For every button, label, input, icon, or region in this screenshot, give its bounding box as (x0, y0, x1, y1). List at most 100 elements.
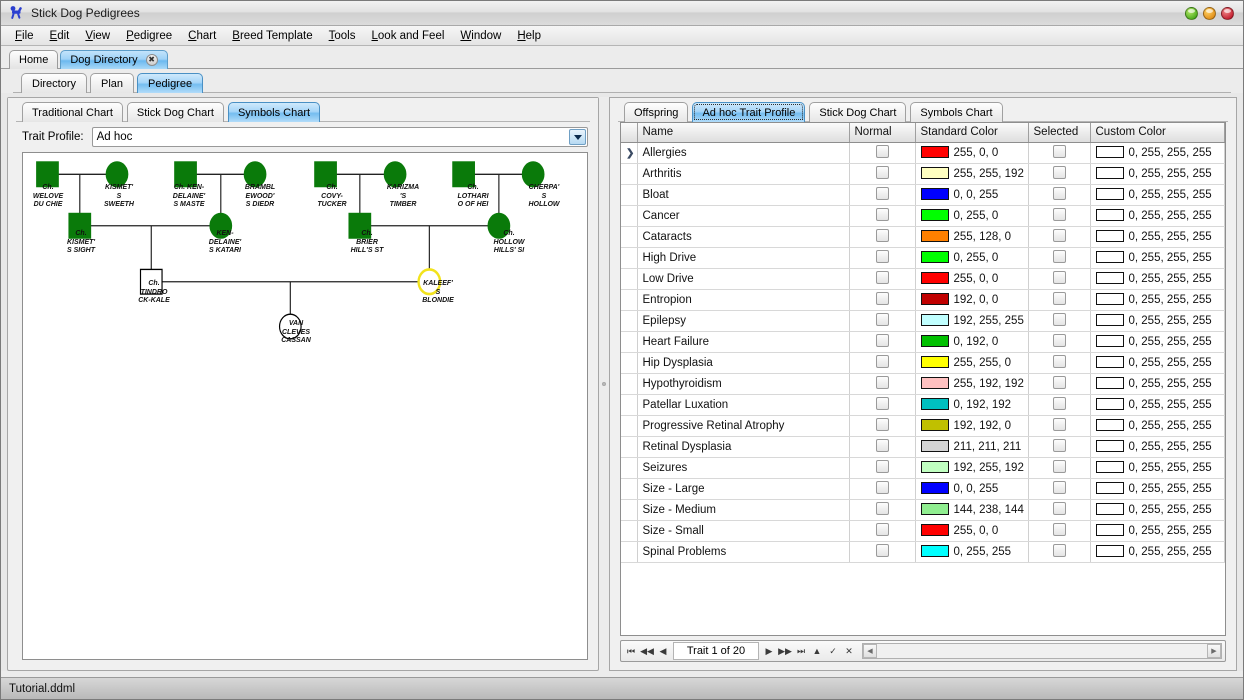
cell-standard-color[interactable]: 0, 255, 0 (915, 247, 1028, 268)
column-header-standard-color[interactable]: Standard Color (915, 123, 1028, 142)
prev-page-button[interactable]: ◀◀ (639, 642, 655, 660)
cell-normal[interactable] (849, 184, 915, 205)
selected-checkbox[interactable] (1053, 313, 1066, 326)
normal-checkbox[interactable] (876, 523, 889, 536)
normal-checkbox[interactable] (876, 439, 889, 452)
cell-standard-color[interactable]: 0, 255, 255 (915, 541, 1028, 562)
section-tab-plan[interactable]: Plan (90, 73, 134, 93)
row-indicator[interactable] (621, 394, 637, 415)
menu-help[interactable]: Help (509, 28, 549, 44)
cell-selected[interactable] (1028, 247, 1090, 268)
cell-custom-color[interactable]: 0, 255, 255, 255 (1090, 310, 1225, 331)
cell-standard-color[interactable]: 192, 192, 0 (915, 415, 1028, 436)
cell-name[interactable]: Spinal Problems (637, 541, 849, 562)
cell-standard-color[interactable]: 0, 255, 0 (915, 205, 1028, 226)
cell-standard-color[interactable]: 0, 0, 255 (915, 184, 1028, 205)
row-indicator[interactable] (621, 499, 637, 520)
menu-tools[interactable]: Tools (321, 28, 364, 44)
cell-selected[interactable] (1028, 457, 1090, 478)
normal-checkbox[interactable] (876, 166, 889, 179)
row-indicator[interactable] (621, 310, 637, 331)
row-indicator[interactable] (621, 331, 637, 352)
normal-checkbox[interactable] (876, 355, 889, 368)
normal-checkbox[interactable] (876, 250, 889, 263)
cell-custom-color[interactable]: 0, 255, 255, 255 (1090, 478, 1225, 499)
table-row[interactable]: ❯Allergies255, 0, 00, 255, 255, 255 (621, 142, 1225, 163)
chart-tab-symbols-chart[interactable]: Symbols Chart (228, 102, 320, 122)
cell-custom-color[interactable]: 0, 255, 255, 255 (1090, 352, 1225, 373)
cell-custom-color[interactable]: 0, 255, 255, 255 (1090, 163, 1225, 184)
cell-custom-color[interactable]: 0, 255, 255, 255 (1090, 247, 1225, 268)
pedigree-node-n10[interactable] (349, 213, 371, 238)
selected-checkbox[interactable] (1053, 187, 1066, 200)
commit-button[interactable]: ✓ (825, 642, 841, 660)
pedigree-node-n9[interactable] (384, 162, 406, 187)
insert-record-button[interactable]: ▲ (809, 642, 825, 660)
prev-record-button[interactable]: ◀ (655, 642, 671, 660)
normal-checkbox[interactable] (876, 145, 889, 158)
cell-normal[interactable] (849, 520, 915, 541)
cell-standard-color[interactable]: 0, 192, 0 (915, 331, 1028, 352)
table-row[interactable]: Cataracts255, 128, 00, 255, 255, 255 (621, 226, 1225, 247)
pedigree-node-n15[interactable] (280, 314, 302, 339)
normal-checkbox[interactable] (876, 313, 889, 326)
close-icon[interactable]: ✖ (146, 54, 158, 66)
cell-normal[interactable] (849, 499, 915, 520)
cell-standard-color[interactable]: 255, 192, 192 (915, 373, 1028, 394)
cell-standard-color[interactable]: 255, 255, 192 (915, 163, 1028, 184)
cell-selected[interactable] (1028, 520, 1090, 541)
table-row[interactable]: Hip Dysplasia255, 255, 00, 255, 255, 255 (621, 352, 1225, 373)
normal-checkbox[interactable] (876, 208, 889, 221)
cell-name[interactable]: Size - Medium (637, 499, 849, 520)
normal-checkbox[interactable] (876, 187, 889, 200)
cell-normal[interactable] (849, 142, 915, 163)
cell-custom-color[interactable]: 0, 255, 255, 255 (1090, 268, 1225, 289)
cancel-button[interactable]: ✕ (841, 642, 857, 660)
cell-standard-color[interactable]: 144, 238, 144 (915, 499, 1028, 520)
menu-chart[interactable]: Chart (180, 28, 224, 44)
column-header-name[interactable]: Name (637, 123, 849, 142)
row-indicator[interactable] (621, 478, 637, 499)
cell-normal[interactable] (849, 163, 915, 184)
cell-normal[interactable] (849, 205, 915, 226)
trait-profile-combobox[interactable]: Ad hoc (92, 127, 588, 147)
menu-edit[interactable]: Edit (42, 28, 78, 44)
selected-checkbox[interactable] (1053, 229, 1066, 242)
row-indicator[interactable] (621, 541, 637, 562)
cell-standard-color[interactable]: 0, 0, 255 (915, 478, 1028, 499)
selected-checkbox[interactable] (1053, 397, 1066, 410)
table-row[interactable]: Cancer0, 255, 00, 255, 255, 255 (621, 205, 1225, 226)
cell-normal[interactable] (849, 541, 915, 562)
cell-selected[interactable] (1028, 394, 1090, 415)
column-header-normal[interactable]: Normal (849, 123, 915, 142)
horizontal-scrollbar[interactable]: ◀ ▶ (862, 643, 1222, 659)
scroll-right-icon[interactable]: ▶ (1207, 644, 1221, 658)
detail-tab-ad-hoc-trait-profile[interactable]: Ad hoc Trait Profile (692, 102, 805, 122)
cell-name[interactable]: Size - Large (637, 478, 849, 499)
selected-checkbox[interactable] (1053, 418, 1066, 431)
cell-selected[interactable] (1028, 205, 1090, 226)
menu-window[interactable]: Window (452, 28, 509, 44)
cell-name[interactable]: Progressive Retinal Atrophy (637, 415, 849, 436)
cell-selected[interactable] (1028, 310, 1090, 331)
row-indicator[interactable] (621, 289, 637, 310)
selected-checkbox[interactable] (1053, 481, 1066, 494)
menu-breed-template[interactable]: Breed Template (224, 28, 320, 44)
selected-checkbox[interactable] (1053, 145, 1066, 158)
row-indicator[interactable] (621, 436, 637, 457)
cell-normal[interactable] (849, 268, 915, 289)
cell-custom-color[interactable]: 0, 255, 255, 255 (1090, 415, 1225, 436)
next-page-button[interactable]: ▶▶ (777, 642, 793, 660)
selected-checkbox[interactable] (1053, 208, 1066, 221)
table-row[interactable]: Hypothyroidism255, 192, 1920, 255, 255, … (621, 373, 1225, 394)
cell-normal[interactable] (849, 394, 915, 415)
selected-checkbox[interactable] (1053, 271, 1066, 284)
selected-checkbox[interactable] (1053, 460, 1066, 473)
cell-selected[interactable] (1028, 226, 1090, 247)
selected-checkbox[interactable] (1053, 439, 1066, 452)
cell-selected[interactable] (1028, 436, 1090, 457)
minimize-button[interactable] (1185, 7, 1198, 20)
cell-selected[interactable] (1028, 331, 1090, 352)
table-row[interactable]: Seizures192, 255, 1920, 255, 255, 255 (621, 457, 1225, 478)
row-indicator[interactable] (621, 415, 637, 436)
